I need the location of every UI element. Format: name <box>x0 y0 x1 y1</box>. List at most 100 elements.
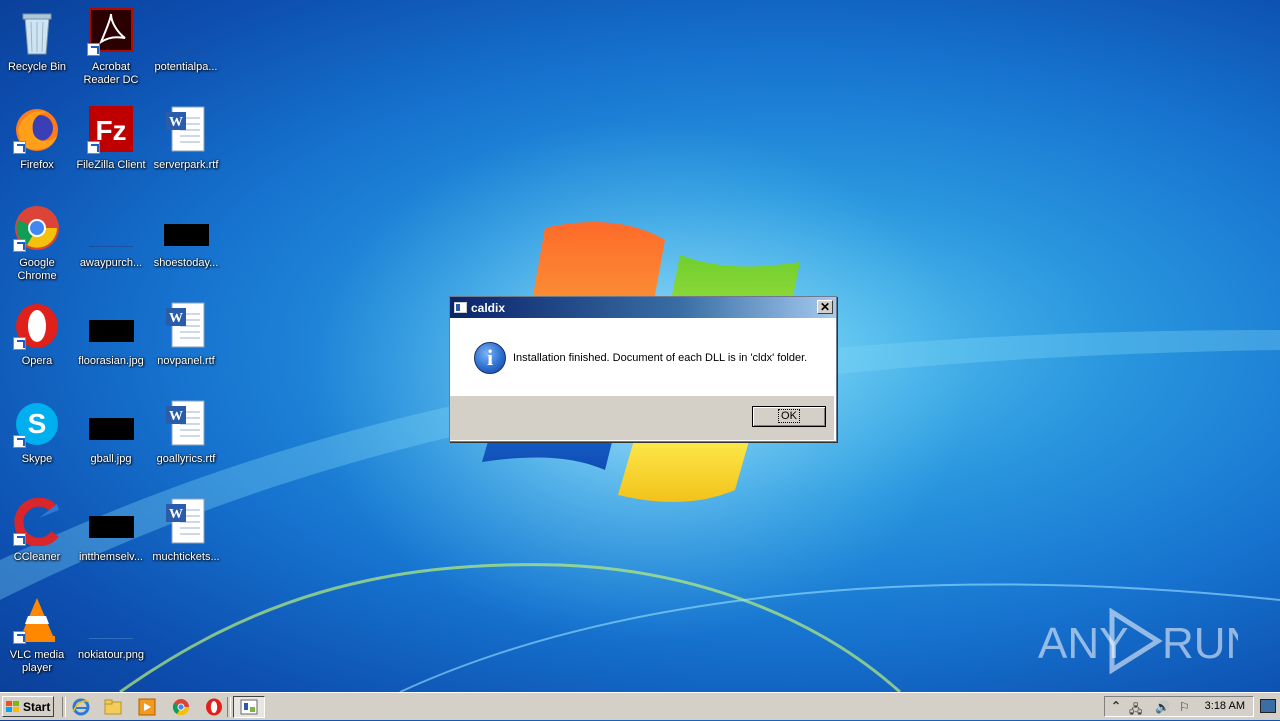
desktop-icon-label: Google Chrome <box>17 257 57 282</box>
action-center-flag-icon[interactable]: ⚐ <box>1179 700 1190 714</box>
word-document-icon: W <box>162 498 210 546</box>
desktop-icon-label: serverpark.rtf <box>153 159 219 171</box>
desktop-icon-label: CCleaner <box>13 551 61 563</box>
close-icon: ✕ <box>819 300 831 314</box>
shortcut-arrow-icon <box>87 141 100 154</box>
desktop-icon-file[interactable]: shoestoday... <box>149 204 223 270</box>
image-file-icon <box>87 400 135 448</box>
desktop-icon-label: Acrobat Reader DC <box>83 61 139 86</box>
desktop-icon-label: nokiatour.png <box>77 649 145 661</box>
skype-icon: S <box>13 400 61 448</box>
desktop-icon-rtf[interactable]: W novpanel.rtf <box>149 302 223 368</box>
desktop-icon-recycle-bin[interactable]: Recycle Bin <box>0 8 74 74</box>
desktop-icon-chrome[interactable]: Google Chrome <box>0 204 74 283</box>
ok-button[interactable]: OK <box>752 406 826 427</box>
svg-text:W: W <box>169 409 183 424</box>
svg-text:W: W <box>169 311 183 326</box>
desktop-icon-label: FileZilla Client <box>76 159 146 171</box>
desktop-icon-label: potentialpa... <box>154 61 218 73</box>
ok-button-label: OK <box>778 409 800 423</box>
taskbar: Start ⌃ 🖧 🔊 ⚐ 3:18 AM <box>0 692 1280 720</box>
desktop-icon-acrobat[interactable]: Acrobat Reader DC <box>74 8 148 87</box>
word-document-icon: W <box>162 302 210 350</box>
desktop-icon-filezilla[interactable]: Fz FileZilla Client <box>74 106 148 172</box>
desktop-icon-label: Recycle Bin <box>7 61 67 73</box>
desktop-icon-firefox[interactable]: Firefox <box>0 106 74 172</box>
chrome-taskbar-icon[interactable] <box>172 698 190 716</box>
desktop-icon-label: Firefox <box>20 159 54 171</box>
blank-file-icon <box>87 204 135 252</box>
desktop-icon-label: Opera <box>21 355 53 367</box>
file-thumbnail <box>89 234 133 247</box>
filezilla-icon: Fz <box>87 106 135 154</box>
internet-explorer-icon[interactable] <box>72 698 90 716</box>
show-desktop-button[interactable] <box>1260 699 1276 713</box>
chrome-icon <box>13 204 61 252</box>
taskbar-item-caldix[interactable] <box>233 696 265 718</box>
network-icon[interactable]: 🖧 <box>1129 700 1142 721</box>
desktop-icon-ccleaner[interactable]: CCleaner <box>0 497 74 564</box>
watermark-text-left: ANY <box>1038 619 1128 668</box>
shortcut-arrow-icon <box>13 239 26 252</box>
shortcut-arrow-icon <box>87 43 100 56</box>
system-tray: ⌃ 🖧 🔊 ⚐ 3:18 AM <box>1104 696 1254 717</box>
watermark-text-right: RUN <box>1162 619 1238 668</box>
desktop-icon-label: shoestoday... <box>153 257 219 269</box>
image-thumbnail <box>89 320 134 342</box>
taskbar-separator <box>227 697 231 717</box>
acrobat-reader-icon <box>87 8 135 56</box>
desktop[interactable]: Recycle Bin Firefox Google Chrome Opera … <box>0 0 1280 692</box>
desktop-icon-opera[interactable]: Opera <box>0 302 74 368</box>
shortcut-arrow-icon <box>13 533 26 546</box>
desktop-icon-rtf[interactable]: W serverpark.rtf <box>149 106 223 172</box>
desktop-icon-file[interactable]: nokiatour.png <box>74 596 148 662</box>
desktop-icon-skype[interactable]: S Skype <box>0 400 74 466</box>
shortcut-arrow-icon <box>13 337 26 350</box>
desktop-icon-label: floorasian.jpg <box>78 355 144 367</box>
file-thumbnail <box>89 624 133 639</box>
desktop-icon-label: intthemselv... <box>79 551 143 563</box>
desktop-icon-label: novpanel.rtf <box>157 355 215 367</box>
desktop-icon-label: gball.jpg <box>90 453 132 465</box>
shortcut-arrow-icon <box>13 631 26 644</box>
desktop-icon-file[interactable]: intthemselv... <box>74 498 148 564</box>
app-window-icon <box>454 302 467 313</box>
image-file-icon <box>162 204 210 252</box>
image-file-icon <box>87 498 135 546</box>
show-hidden-icons-icon[interactable]: ⌃ <box>1111 699 1121 713</box>
dialog-title: caldix <box>471 300 506 315</box>
svg-text:W: W <box>169 115 183 130</box>
desktop-icon-rtf[interactable]: W muchtickets... <box>149 498 223 564</box>
shortcut-arrow-icon <box>13 435 26 448</box>
volume-icon[interactable]: 🔊 <box>1155 700 1170 714</box>
start-button[interactable]: Start <box>2 696 54 717</box>
image-thumbnail <box>89 516 134 538</box>
file-explorer-icon[interactable] <box>104 698 122 716</box>
desktop-icon-label: muchtickets... <box>152 551 220 563</box>
caldix-dialog[interactable]: caldix ✕ i Installation finished. Docume… <box>449 296 837 442</box>
dialog-titlebar[interactable]: caldix ✕ <box>450 297 836 318</box>
close-button[interactable]: ✕ <box>817 300 833 314</box>
desktop-icon-file[interactable]: potentialpa... <box>149 8 223 74</box>
word-document-icon: W <box>162 400 210 448</box>
clock[interactable]: 3:18 AM <box>1205 700 1245 712</box>
windows-flag-icon <box>6 700 20 713</box>
desktop-icon-label: awaypurch... <box>79 257 143 269</box>
desktop-icon-file[interactable]: gball.jpg <box>74 400 148 466</box>
desktop-icon-label: VLC media player <box>9 649 65 674</box>
desktop-icon-label: goallyrics.rtf <box>156 453 216 465</box>
shortcut-arrow-icon <box>13 141 26 154</box>
ccleaner-icon <box>13 497 61 547</box>
file-thumbnail <box>172 42 210 53</box>
desktop-icon-rtf[interactable]: W goallyrics.rtf <box>149 400 223 466</box>
image-thumbnail <box>164 224 209 246</box>
desktop-icon-file[interactable]: floorasian.jpg <box>74 302 148 368</box>
opera-taskbar-icon[interactable] <box>205 698 223 716</box>
desktop-icon-file[interactable]: awaypurch... <box>74 204 148 270</box>
opera-icon <box>13 302 61 350</box>
desktop-icon-vlc[interactable]: VLC media player <box>0 596 74 675</box>
image-thumbnail <box>89 418 134 440</box>
media-player-icon[interactable] <box>138 698 156 716</box>
word-document-icon: W <box>162 106 210 154</box>
vlc-icon <box>13 596 61 644</box>
